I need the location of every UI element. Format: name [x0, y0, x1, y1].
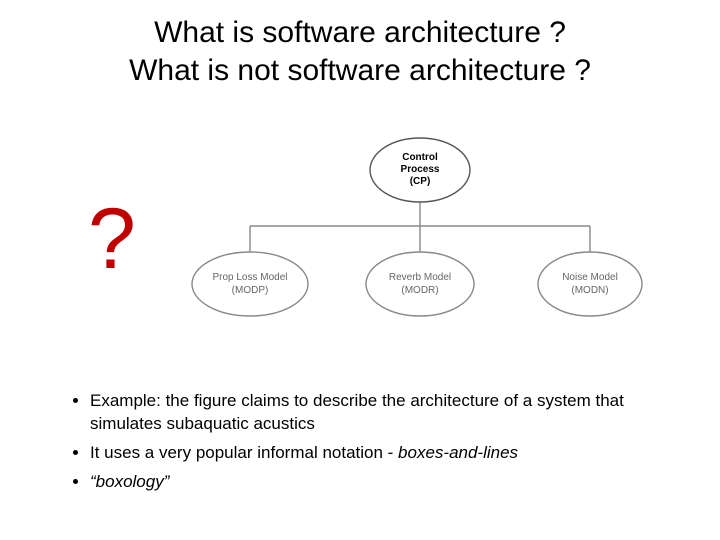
bullet-2-text-a: It uses a very popular informal notation… [90, 443, 398, 462]
bullet-3-text: “boxology” [90, 472, 169, 491]
architecture-diagram: Control Process (CP) Prop Loss Model (MO… [190, 134, 650, 344]
diagram-root-line2: Process [401, 164, 440, 175]
diagram-root-line1: Control [402, 152, 438, 163]
title-line-2: What is not software architecture ? [129, 54, 591, 87]
diagram-mid-line1: Reverb Model [389, 272, 451, 283]
diagram-root-line3: (CP) [410, 176, 431, 187]
bullet-1-text: Example: the figure claims to describe t… [90, 391, 624, 433]
bullet-2-text-b: boxes-and-lines [398, 443, 518, 462]
bullet-2: It uses a very popular informal notation… [90, 442, 690, 465]
big-question-mark: ? [88, 190, 136, 289]
slide: What is software architecture ? What is … [0, 0, 720, 540]
diagram-right-line2: (MODN) [571, 285, 608, 296]
bullet-list: Example: the figure claims to describe t… [68, 390, 690, 500]
title-line-1: What is software architecture ? [154, 16, 566, 49]
bullet-1: Example: the figure claims to describe t… [90, 390, 690, 436]
diagram-right-line1: Noise Model [562, 272, 618, 283]
slide-title: What is software architecture ? What is … [30, 14, 690, 89]
diagram-left-line1: Prop Loss Model [212, 272, 287, 283]
diagram-mid-line2: (MODR) [401, 285, 438, 296]
bullet-3: “boxology” [90, 471, 690, 494]
diagram-left-line2: (MODP) [232, 285, 269, 296]
